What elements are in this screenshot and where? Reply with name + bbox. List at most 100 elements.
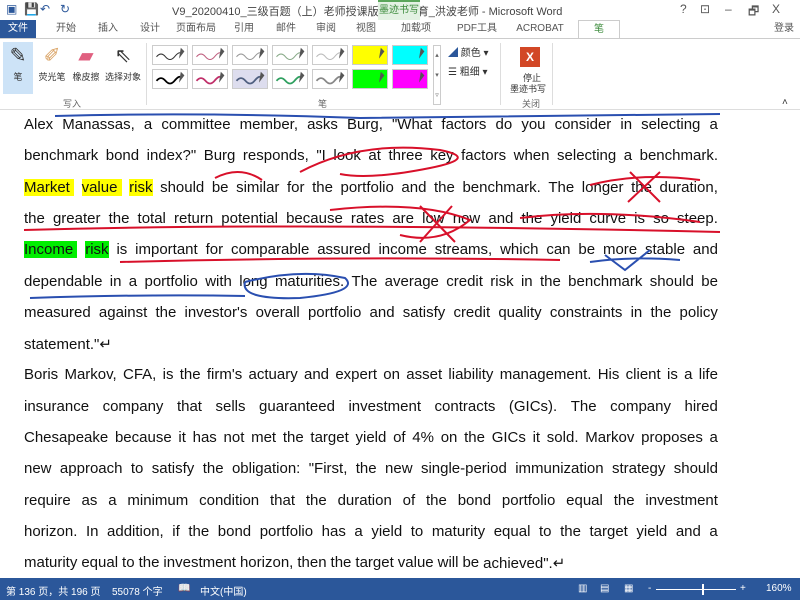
tab-file[interactable]: 文件 xyxy=(0,20,36,38)
word: the xyxy=(650,303,672,321)
word: horizon. xyxy=(24,522,78,540)
zoom-slider[interactable] xyxy=(656,584,736,595)
pen-preset[interactable] xyxy=(312,69,348,89)
ribbon-display-button[interactable]: ⊡ xyxy=(700,2,710,16)
color-button[interactable]: ◢ 颜色 ▾ xyxy=(448,44,489,59)
word: that xyxy=(270,491,296,509)
pen-preset[interactable] xyxy=(352,45,388,65)
word: a xyxy=(128,272,138,290)
pen-preset[interactable] xyxy=(392,45,428,65)
zoom-in-button[interactable]: + xyxy=(740,583,746,594)
eraser-tool[interactable]: ▰ 橡皮擦 xyxy=(69,42,103,94)
word: index?" xyxy=(146,147,197,165)
pen-preset[interactable] xyxy=(232,45,268,65)
word: Burg, xyxy=(347,116,383,133)
tab-view[interactable]: 视图 xyxy=(348,20,384,38)
word: constraints xyxy=(549,303,623,321)
proofing-icon[interactable]: 📖 xyxy=(178,583,190,594)
read-mode-icon[interactable]: ▥ xyxy=(578,583,587,594)
page-count[interactable]: 第 136 页，共 196 页 xyxy=(6,583,100,598)
word: Boris xyxy=(24,366,59,384)
word: at xyxy=(368,147,381,165)
word: longer xyxy=(581,178,624,196)
tab-addins[interactable]: 加载项 xyxy=(396,20,436,38)
undo-icon[interactable]: ↶ xyxy=(40,2,50,16)
tab-layout[interactable]: 页面布局 xyxy=(172,20,220,38)
word: do xyxy=(495,116,513,133)
select-objects-tool[interactable]: ⇖ 选择对象 xyxy=(103,42,143,94)
word: long xyxy=(239,272,268,290)
word: factors xyxy=(441,116,487,133)
word-count[interactable]: 55078 个字 xyxy=(112,583,163,598)
word: rates xyxy=(350,209,385,227)
redo-icon[interactable]: ↻ xyxy=(60,2,70,16)
highlighter-tool[interactable]: ✐ 荧光笔 xyxy=(35,42,69,94)
context-tab-label: 墨迹书写工具 xyxy=(378,0,420,34)
login-link[interactable]: 登录 xyxy=(768,20,800,38)
tab-review[interactable]: 审阅 xyxy=(308,20,344,38)
pen-preset[interactable] xyxy=(192,45,228,65)
pen-preset[interactable] xyxy=(312,45,348,65)
close-button[interactable]: X xyxy=(772,2,780,16)
word: maturity xyxy=(24,554,78,572)
word: in xyxy=(620,116,633,133)
word: Chesapeake xyxy=(24,429,109,446)
pen-preset[interactable] xyxy=(152,45,188,65)
print-layout-icon[interactable]: ▤ xyxy=(600,583,609,594)
word: has xyxy=(192,429,217,446)
collapse-ribbon-icon[interactable]: ˄ xyxy=(782,97,788,108)
gallery-scroll[interactable]: ▴ ▾ ▿ xyxy=(433,45,441,105)
text-line: Chesapeake because it has not met the target yie… xyxy=(24,429,718,446)
zoom-slider-thumb[interactable] xyxy=(702,584,704,595)
pen-preset[interactable] xyxy=(352,69,388,89)
word: the xyxy=(202,460,224,478)
web-layout-icon[interactable]: ▦ xyxy=(624,583,633,594)
word: has xyxy=(321,522,346,540)
word: for xyxy=(205,241,224,259)
tab-pen[interactable]: 笔 xyxy=(578,20,620,38)
word: factors xyxy=(461,147,507,165)
save-icon[interactable]: 💾 xyxy=(24,2,39,16)
pen-preset[interactable] xyxy=(392,69,428,89)
word: which xyxy=(500,241,539,259)
word: proposes xyxy=(641,429,703,446)
thickness-button[interactable]: ☰ 粗细 ▾ xyxy=(448,63,488,78)
tab-mailings[interactable]: 邮件 xyxy=(268,20,304,38)
pen-preset[interactable] xyxy=(272,69,308,89)
help-button[interactable]: ? xyxy=(680,2,687,16)
tab-home[interactable]: 开始 xyxy=(48,20,84,38)
word: important xyxy=(135,241,198,259)
word: obligation: xyxy=(231,460,301,478)
word: and xyxy=(488,209,514,227)
group-label-write: 写入 xyxy=(63,99,82,109)
text-line: maturity equal to the investment horizon, then… xyxy=(24,554,718,572)
tab-design[interactable]: 设计 xyxy=(132,20,168,38)
ink-red-underline-2 xyxy=(119,257,561,263)
zoom-out-button[interactable]: - xyxy=(648,583,651,594)
pen-preset[interactable] xyxy=(192,69,228,89)
word: the xyxy=(24,209,45,227)
pen-preset[interactable] xyxy=(232,69,268,89)
tab-acrobat[interactable]: ACROBAT xyxy=(512,20,568,38)
word: the xyxy=(188,522,210,540)
zoom-level[interactable]: 160% xyxy=(766,583,792,594)
word: steep. xyxy=(677,209,718,227)
tab-pdf[interactable]: PDF工具 xyxy=(454,20,500,38)
minimize-button[interactable]: – xyxy=(725,2,732,16)
word: be xyxy=(462,554,480,572)
language[interactable]: 中文(中国) xyxy=(200,583,247,598)
highlighted-word: risk xyxy=(129,178,153,196)
word: three xyxy=(388,147,423,165)
word: the xyxy=(179,366,201,384)
pen-preset[interactable] xyxy=(152,69,188,89)
tool-label: 笔 xyxy=(13,72,23,82)
pen-preset-icon xyxy=(419,47,425,59)
pen-preset[interactable] xyxy=(272,45,308,65)
word: bond xyxy=(105,147,140,165)
word-icon: ▣ xyxy=(6,2,18,16)
pen-tool[interactable]: ✎ 笔 xyxy=(3,42,33,94)
tab-insert[interactable]: 插入 xyxy=(90,20,126,38)
word: more xyxy=(602,241,638,259)
word: strategy xyxy=(611,460,666,478)
tab-references[interactable]: 引用 xyxy=(226,20,262,38)
